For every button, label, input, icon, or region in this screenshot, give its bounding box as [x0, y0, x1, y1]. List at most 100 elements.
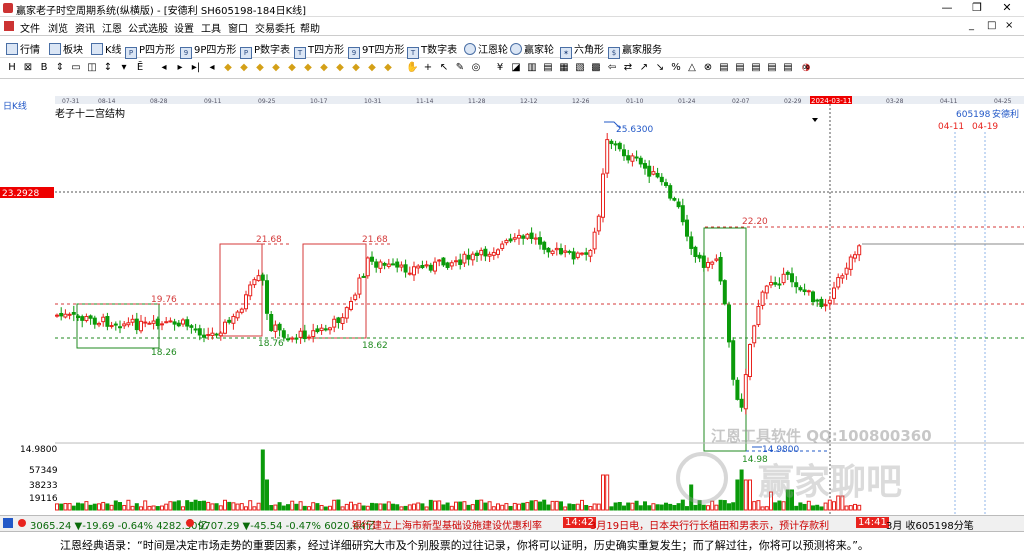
volume-bar — [139, 506, 143, 511]
draw-tool-10-icon[interactable]: ▸ — [174, 62, 186, 74]
draw-tool-21-icon[interactable]: ◆ — [350, 62, 362, 74]
draw-tool-37-icon[interactable]: ⇄ — [622, 62, 634, 74]
candle-body — [512, 237, 517, 240]
volume-bar — [80, 503, 85, 511]
menu-trade[interactable]: 交易委托 — [255, 20, 295, 35]
candle-body — [559, 248, 563, 255]
draw-tool-45-icon[interactable]: ▤ — [750, 62, 762, 74]
draw-tool-17-icon[interactable]: ◆ — [286, 62, 298, 74]
draw-tool-28-icon[interactable]: ◎ — [470, 62, 482, 74]
draw-tool-7-icon[interactable]: ▾ — [118, 62, 130, 74]
sub-close-button[interactable]: × — [1005, 20, 1013, 31]
volume-bar — [857, 504, 862, 511]
draw-tool-38-icon[interactable]: ↗ — [638, 62, 650, 74]
close-button[interactable]: ✕ — [992, 0, 1022, 16]
draw-tool-23-icon[interactable]: ◆ — [382, 62, 394, 74]
draw-tool-41-icon[interactable]: △ — [686, 62, 698, 74]
menu-formula[interactable]: 公式选股 — [128, 20, 168, 35]
volume-bar — [475, 499, 479, 511]
draw-tool-19-icon[interactable]: ◆ — [318, 62, 330, 74]
news-ticker-2[interactable]: 3月19日电，日本央行行长植田和男表示，预计存款利 — [590, 517, 829, 532]
draw-tool-36-icon[interactable]: ⇦ — [606, 62, 618, 74]
draw-tool-1-icon[interactable]: ⊠ — [22, 62, 34, 74]
menu-window[interactable]: 窗口 — [228, 20, 248, 35]
toolbar-service[interactable]: $ 赢家服务 — [608, 41, 662, 59]
draw-tool-13-icon[interactable]: ◆ — [222, 62, 234, 74]
candle-body — [256, 275, 261, 282]
draw-tool-22-icon[interactable]: ◆ — [366, 62, 378, 74]
draw-tool-43-icon[interactable]: ▤ — [718, 62, 730, 74]
menu-file[interactable]: 文件 — [20, 20, 40, 35]
menu-info[interactable]: 资讯 — [75, 20, 95, 35]
toolbar-p-table[interactable]: P P数字表 — [240, 41, 290, 59]
draw-tool-32-icon[interactable]: ▤ — [542, 62, 554, 74]
draw-tool-9-icon[interactable]: ◂ — [158, 62, 170, 74]
draw-tool-3-icon[interactable]: ⇕ — [54, 62, 66, 74]
draw-tool-47-icon[interactable]: ▤ — [782, 62, 794, 74]
toolbar-t-square[interactable]: T T四方形 — [294, 41, 344, 59]
draw-tool-26-icon[interactable]: ↖ — [438, 62, 450, 74]
draw-tool-31-icon[interactable]: ▥ — [526, 62, 538, 74]
draw-tool-29-icon[interactable]: ¥ — [494, 62, 506, 74]
future-date-2: 04-19 — [972, 122, 998, 132]
toolbar-p-square[interactable]: P P四方形 — [125, 41, 175, 59]
volume-bar — [701, 504, 706, 511]
grid-icon[interactable] — [3, 518, 13, 528]
toolbar-quotes[interactable]: 行情 — [6, 41, 40, 56]
draw-tool-8-icon[interactable]: Ē — [134, 62, 146, 74]
minimize-button[interactable]: — — [932, 0, 962, 16]
volume-bar — [407, 504, 412, 511]
draw-tool-34-icon[interactable]: ▧ — [574, 62, 586, 74]
toolbar-9t-square[interactable]: 9 9T四方形 — [348, 41, 404, 59]
draw-tool-44-icon[interactable]: ▤ — [734, 62, 746, 74]
draw-tool-4-icon[interactable]: ▭ — [70, 62, 82, 74]
draw-tool-5-icon[interactable]: ◫ — [86, 62, 98, 74]
volume-bar — [92, 503, 97, 511]
draw-tool-12-icon[interactable]: ◂ — [206, 62, 218, 74]
draw-tool-18-icon[interactable]: ◆ — [302, 62, 314, 74]
draw-tool-27-icon[interactable]: ✎ — [454, 62, 466, 74]
draw-tool-14-icon[interactable]: ◆ — [238, 62, 250, 74]
toolbar-hexagon[interactable]: ✶ 六角形 — [560, 41, 604, 59]
maximize-button[interactable]: ❐ — [962, 0, 992, 16]
toolbar-gann-wheel[interactable]: 江恩轮 — [464, 41, 508, 56]
draw-tool-24-icon[interactable]: ✋ — [406, 62, 418, 74]
toolbar-t-table[interactable]: T T数字表 — [407, 41, 457, 59]
candle-body — [445, 262, 450, 268]
volume-bar — [462, 501, 467, 511]
news-ticker-1[interactable]: 银行建立上海市新型基础设施建设优惠利率 — [352, 517, 542, 532]
menu-settings[interactable]: 设置 — [174, 20, 194, 35]
draw-tool-33-icon[interactable]: ▦ — [558, 62, 570, 74]
draw-tool-25-icon[interactable]: + — [422, 62, 434, 74]
draw-tool-15-icon[interactable]: ◆ — [254, 62, 266, 74]
draw-tool-20-icon[interactable]: ◆ — [334, 62, 346, 74]
draw-tool-39-icon[interactable]: ↘ — [654, 62, 666, 74]
draw-tool-6-icon[interactable]: ↕ — [102, 62, 114, 74]
draw-tool-2-icon[interactable]: B — [38, 62, 50, 74]
volume-bar — [420, 503, 425, 511]
draw-tool-40-icon[interactable]: % — [670, 62, 682, 74]
draw-tool-35-icon[interactable]: ▩ — [590, 62, 602, 74]
menu-help[interactable]: 帮助 — [300, 20, 320, 35]
toolbar-9p-square[interactable]: 9 9P四方形 — [180, 41, 236, 59]
volume-bar — [84, 501, 89, 511]
candle-body — [168, 320, 173, 323]
toolbar-kline[interactable]: K线 — [91, 41, 122, 56]
menu-browse[interactable]: 浏览 — [48, 20, 68, 35]
draw-tool-30-icon[interactable]: ◪ — [510, 62, 522, 74]
menu-tools[interactable]: 工具 — [201, 20, 221, 35]
draw-tool-46-icon[interactable]: ▤ — [766, 62, 778, 74]
menu-gann[interactable]: 江恩 — [102, 20, 122, 35]
sub-maximize-button[interactable]: □ — [987, 20, 996, 31]
toolbar-sector[interactable]: 板块 — [49, 41, 83, 56]
draw-tool-0-icon[interactable]: H — [6, 62, 18, 74]
draw-tool-42-icon[interactable]: ⊗ — [702, 62, 714, 74]
volume-bar — [613, 502, 618, 511]
draw-tool-49-icon[interactable]: ∞ — [800, 62, 812, 74]
sub-minimize-button[interactable]: _ — [969, 20, 974, 31]
toolbar-winner-wheel[interactable]: 赢家轮 — [510, 41, 554, 56]
draw-tool-11-icon[interactable]: ▸| — [190, 62, 202, 74]
draw-tool-16-icon[interactable]: ◆ — [270, 62, 282, 74]
candle-body — [206, 334, 211, 337]
kline-chart[interactable]: 07-31 08-14 08-28 09-11 09-25 10-17 10-31 11-14… — [0, 96, 1024, 516]
